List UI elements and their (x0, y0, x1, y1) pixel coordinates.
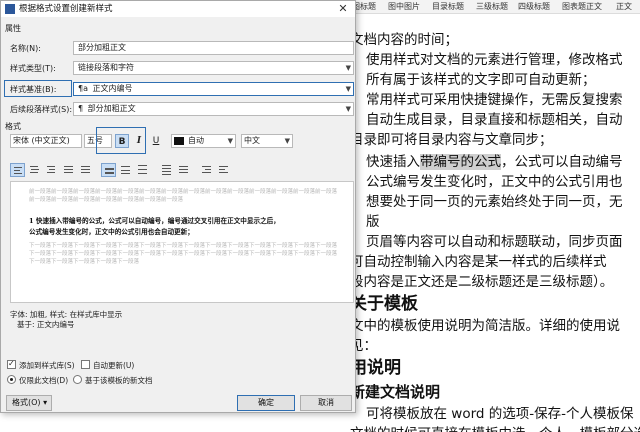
paragraph-style-icon: ¶ (78, 104, 84, 113)
document-paragraph-line: 使用样式对文档的元素进行管理，修改格式 (366, 52, 623, 68)
document-text: 快速插入 (366, 154, 420, 170)
style-chip[interactable]: 图中图片 (388, 0, 420, 13)
chevron-down-icon: ▾ (43, 398, 48, 407)
dialog-title: 根据格式设置创建新样式 (19, 4, 113, 14)
document-text: ，公式可以自动编号 (501, 154, 623, 170)
decrease-spacing-button[interactable] (176, 163, 191, 177)
double-spacing-button[interactable] (135, 163, 150, 177)
align-left-button[interactable] (10, 163, 25, 177)
increase-spacing-button[interactable] (159, 163, 174, 177)
italic-button[interactable]: I (132, 134, 146, 148)
close-icon[interactable]: ✕ (335, 2, 351, 16)
new-style-dialog: 根据格式设置创建新样式 ✕ 属性 名称(N): 部分加粗正文 样式类型(T): … (0, 0, 356, 413)
decrease-indent-button[interactable] (216, 163, 231, 177)
font-select[interactable]: 宋体 (中文正文) (10, 134, 82, 148)
style-type-value: 链接段落和字符 (78, 63, 134, 72)
style-type-select[interactable]: 链接段落和字符 ▼ (73, 61, 354, 75)
properties-heading: 属性 (5, 24, 21, 33)
document-paragraph-line: 文档内容的时间； (350, 32, 458, 48)
name-value: 部分加粗正文 (78, 43, 126, 52)
document-heading: 用说明 (350, 358, 401, 378)
style-preview: 前一段落前一段落前一段落前一段落前一段落前一段落前一段落前一段落前一段落前一段落… (10, 181, 354, 303)
add-to-gallery-checkbox[interactable] (7, 359, 16, 369)
align-center-button[interactable] (27, 163, 42, 177)
increase-indent-button[interactable] (199, 163, 214, 177)
name-input[interactable]: 部分加粗正文 (73, 41, 354, 55)
font-color-value: 自动 (188, 136, 204, 145)
document-paragraph-line: 版 (366, 214, 380, 230)
underline-button[interactable]: U (149, 134, 163, 148)
document-paragraph-line: 目录即可将目录内容与文章同步； (350, 132, 553, 148)
script-select[interactable]: 中文 ▼ (241, 134, 293, 148)
document-paragraph-line: 公式编号发生变化时，正文中的公式引用也 (366, 174, 623, 190)
following-style-select[interactable]: ¶ 部分加粗正文 ▼ (73, 102, 354, 116)
document-paragraph-line: 所有属于该样式的文字即可自动更新； (366, 72, 596, 88)
only-this-document-label: 仅限此文档(D) (19, 376, 69, 385)
name-label: 名称(N): (10, 44, 41, 53)
document-paragraph-line: 快速插入带编号的公式，公式可以自动编号 (366, 152, 623, 172)
new-documents-label: 基于该模板的新文档 (85, 376, 153, 385)
align-right-button[interactable] (44, 163, 59, 177)
one-half-spacing-button[interactable] (118, 163, 133, 177)
style-chip[interactable]: 正文 (616, 0, 632, 13)
style-gallery: 图标题 图中图片 目录标题 三级标题 四级标题 图表题正文 正文 (350, 0, 640, 14)
chevron-down-icon: ▼ (345, 85, 351, 93)
document-heading: 新建文档说明 (350, 383, 441, 401)
document-paragraph-line: 段内容是正文还是二级标题还是三级标题）。 (350, 274, 614, 290)
based-on-select[interactable]: ¶a 正文内编号 ▼ (73, 82, 354, 96)
word-app-icon (5, 4, 15, 14)
format-button[interactable]: 格式(O) ▾ (6, 395, 52, 411)
style-description: 基于: 正文内编号 (17, 320, 75, 329)
format-button-label: 格式(O) (12, 398, 41, 407)
format-heading: 格式 (5, 122, 21, 131)
document-paragraph-line: 可将模板放在 word 的选项-保存-个人模板保 (366, 406, 634, 422)
document-paragraph-line: 想要处于同一页的元素始终处于同一页，无 (366, 194, 623, 210)
cancel-button[interactable]: 取消 (300, 395, 352, 411)
script-value: 中文 (244, 136, 260, 145)
auto-update-label: 自动更新(U) (93, 361, 135, 370)
align-justify-button[interactable] (61, 163, 76, 177)
following-style-label: 后续段落样式(S): (10, 105, 73, 114)
color-swatch (174, 137, 184, 145)
document-paragraph-line: 页眉等内容可以自动和标题联动，同步页面 (366, 234, 623, 250)
add-to-gallery-label: 添加到样式库(S) (19, 361, 75, 370)
new-documents-radio[interactable] (73, 375, 82, 384)
document-body[interactable]: 文档内容的时间； 使用样式对文档的元素进行管理，修改格式 所有属于该样式的文字即可自… (350, 14, 640, 432)
style-chip[interactable]: 图表题正文 (562, 0, 602, 13)
chevron-down-icon: ▼ (227, 137, 233, 145)
paragraph-style-icon: ¶a (78, 84, 88, 93)
based-on-value: 正文内编号 (92, 84, 133, 93)
preview-main-line: 公式编号发生变化时，正文中的公式引用也会自动更新； (29, 228, 194, 236)
preview-previous-paragraph: 前一段落前一段落前一段落前一段落前一段落前一段落前一段落前一段落前一段落前一段落… (29, 189, 338, 203)
chevron-down-icon: ▼ (345, 64, 351, 72)
auto-update-checkbox[interactable] (81, 360, 90, 369)
style-chip[interactable]: 目录标题 (432, 0, 464, 13)
following-style-value: 部分加粗正文 (87, 104, 136, 113)
bold-button[interactable]: B (115, 134, 129, 148)
document-paragraph-line: 文档的时候可直接在模板中选，个人，模板部分选 (350, 424, 640, 432)
document-paragraph-line: 文中的模板使用说明为简洁版。详细的使用说 (350, 318, 620, 334)
only-this-document-radio[interactable] (7, 375, 16, 384)
style-chip[interactable]: 四级标题 (518, 0, 550, 13)
font-value: 宋体 (中文正文) (13, 136, 70, 145)
dialog-titlebar[interactable]: 根据格式设置创建新样式 ✕ (1, 1, 355, 17)
document-paragraph-line: 自动生成目录，目录直接和标题相关，自动 (366, 112, 623, 128)
ok-button[interactable]: 确定 (237, 395, 295, 411)
selected-text: 带编号的公式 (420, 154, 501, 170)
style-chip[interactable]: 三级标题 (476, 0, 508, 13)
based-on-label: 样式基准(B): (10, 85, 57, 94)
single-spacing-button[interactable] (101, 163, 116, 177)
document-heading: 关于模板 (350, 294, 418, 314)
preview-main-line: 1 快速插入带编号的公式，公式可以自动编号，编号通过交叉引用在正文中显示之后， (29, 217, 280, 225)
font-color-select[interactable]: 自动 ▼ (171, 134, 236, 148)
chevron-down-icon: ▼ (345, 105, 351, 113)
preview-next-paragraph: 下一段落下一段落下一段落下一段落下一段落下一段落下一段落下一段落下一段落下一段落… (29, 243, 338, 265)
style-type-label: 样式类型(T): (10, 64, 56, 73)
document-paragraph-line: 常用样式可采用快捷键操作，无需反复搜索 (366, 92, 623, 108)
align-distributed-button[interactable] (78, 163, 93, 177)
chevron-down-icon: ▼ (284, 137, 290, 145)
document-paragraph-line: 可自动控制输入内容是某一样式的后续样式 (350, 254, 607, 270)
